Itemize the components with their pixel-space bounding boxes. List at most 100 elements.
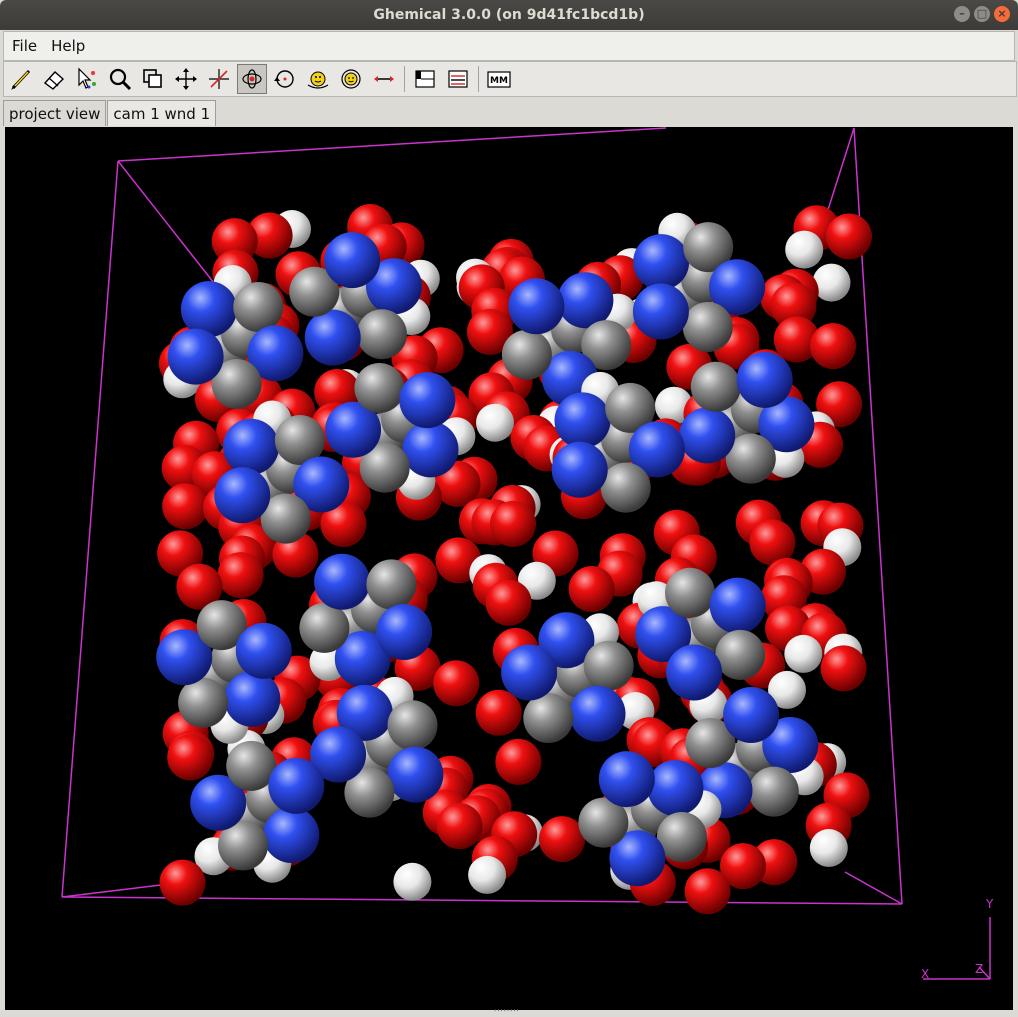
measure-tool-button[interactable]: [369, 64, 399, 94]
nitrogen-atom: [554, 392, 611, 449]
menu-file[interactable]: File: [4, 37, 43, 55]
hydrogen-atom: [785, 230, 824, 269]
magnifier-icon: [109, 68, 132, 91]
nitrogen-atom: [387, 746, 444, 803]
eraser-icon: [43, 71, 65, 90]
zoom-tool-button[interactable]: [105, 64, 135, 94]
rotate-xy-tool-button[interactable]: [303, 64, 333, 94]
nitrogen-atom: [633, 234, 690, 291]
tab-project-view[interactable]: project view: [3, 100, 107, 126]
carbon-atom: [583, 640, 634, 691]
carbon-atom: [523, 693, 574, 743]
minimize-button[interactable]: –: [954, 6, 970, 22]
orbit-xy-tool-button[interactable]: [237, 64, 267, 94]
pencil-icon: [11, 69, 31, 90]
nitrogen-atom: [235, 622, 292, 679]
nitrogen-atom: [314, 553, 371, 610]
nitrogen-atom: [679, 407, 736, 464]
hydrogen-atom: [809, 829, 848, 867]
resize-grip[interactable]: '''''''': [494, 1009, 524, 1017]
nitrogen-atom: [647, 760, 704, 816]
bond-type-icon: [448, 70, 468, 88]
axis-label-y: Y: [985, 897, 994, 911]
nitrogen-atom: [224, 670, 281, 727]
nitrogen-atom: [598, 751, 655, 808]
view-tabs: project view cam 1 wnd 1: [3, 98, 217, 126]
mm-label: MM: [490, 76, 508, 86]
toolbar: MM: [3, 61, 1017, 97]
carbon-atom: [665, 567, 715, 618]
oxygen-atom: [167, 734, 214, 781]
hydrogen-atom: [468, 855, 507, 894]
nitrogen-atom: [501, 644, 558, 701]
oxygen-atom: [436, 803, 483, 850]
nitrogen-atom: [268, 757, 325, 814]
nitrogen-atom: [167, 328, 224, 385]
oxygen-atom: [475, 689, 522, 736]
toolbar-separator: [404, 66, 405, 92]
mm-icon: MM: [487, 71, 511, 88]
bond-type-tool-button[interactable]: [443, 64, 473, 94]
tab-cam-1-wnd-1[interactable]: cam 1 wnd 1: [107, 100, 217, 126]
window-controls: – □ ×: [954, 6, 1010, 22]
nitrogen-atom: [569, 685, 626, 742]
3d-viewport[interactable]: Y X Z: [5, 127, 1013, 1010]
oxygen-atom: [826, 213, 872, 260]
molecule-scene[interactable]: Y X Z: [5, 127, 1013, 1010]
nitrogen-atom: [304, 309, 361, 366]
menu-help[interactable]: Help: [43, 37, 91, 55]
carbon-atom: [501, 329, 552, 380]
oxygen-atom: [217, 552, 264, 599]
nitrogen-atom: [557, 272, 614, 329]
carbon-atom: [690, 361, 741, 412]
nitrogen-atom: [263, 807, 320, 863]
carbon-atom: [354, 363, 405, 413]
oxygen-atom: [810, 323, 856, 370]
clipping-tool-button[interactable]: [138, 64, 168, 94]
oxygen-atom: [495, 738, 542, 785]
carbon-atom: [600, 462, 651, 513]
maximize-button[interactable]: □: [974, 6, 990, 22]
hydrogen-atom: [784, 634, 823, 673]
move-arrows-icon: [175, 68, 197, 90]
translate-z-tool-button[interactable]: [204, 64, 234, 94]
nitrogen-atom: [709, 577, 766, 634]
carbon-atom: [748, 766, 799, 817]
nitrogen-atom: [551, 441, 608, 498]
oxygen-atom: [539, 816, 585, 863]
nitrogen-atom: [180, 281, 237, 338]
carbon-atom: [387, 700, 438, 751]
nitrogen-atom: [508, 278, 565, 335]
nitrogen-atom: [214, 467, 271, 524]
translate-z-icon: [209, 69, 229, 89]
smiley-spin-icon: [341, 69, 361, 89]
oxygen-atom: [485, 579, 532, 626]
orbit-z-tool-button[interactable]: [270, 64, 300, 94]
carbon-atom: [299, 602, 350, 653]
menu-bar: File Help: [3, 31, 1015, 61]
select-atoms-icon: [78, 67, 96, 89]
measure-arrows-icon: [374, 76, 394, 82]
title-bar: Ghemical 3.0.0 (on 9d41fc1bcd1b) – □ ×: [0, 0, 1018, 30]
hydrogen-atom: [476, 403, 514, 442]
rotate-circle-icon: [274, 70, 294, 88]
element-table-icon: [415, 70, 435, 88]
element-tool-button[interactable]: [410, 64, 440, 94]
rotate-z-tool-button[interactable]: [336, 64, 366, 94]
mm-setup-button[interactable]: MM: [484, 64, 514, 94]
translate-xy-tool-button[interactable]: [171, 64, 201, 94]
carbon-atom: [715, 629, 766, 680]
atoms-layer: [156, 204, 872, 915]
select-tool-button[interactable]: [72, 64, 102, 94]
nitrogen-atom: [666, 644, 723, 701]
carbon-atom: [233, 282, 284, 332]
draw-tool-button[interactable]: [6, 64, 36, 94]
erase-tool-button[interactable]: [39, 64, 69, 94]
toolbar-separator: [478, 66, 479, 92]
close-button[interactable]: ×: [994, 6, 1010, 22]
oxygen-atom: [490, 500, 536, 547]
axis-label-x: X: [921, 967, 929, 981]
nitrogen-atom: [632, 283, 689, 340]
oxygen-atom: [162, 483, 209, 530]
axis-indicator: Y X Z: [921, 897, 994, 981]
